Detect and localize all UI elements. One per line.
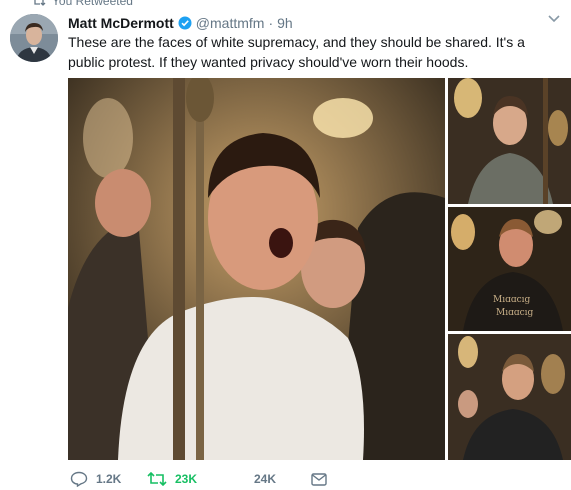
media-photo-bottom-right[interactable] xyxy=(448,334,571,460)
tweet-timestamp[interactable]: 9h xyxy=(277,15,293,31)
like-button[interactable]: 24K xyxy=(228,468,276,490)
reply-button[interactable]: 1.2K xyxy=(70,468,121,490)
svg-text:Mıɑɑcıg: Mıɑɑcıg xyxy=(493,295,531,305)
retweet-count: 23K xyxy=(175,472,198,486)
avatar[interactable] xyxy=(10,14,58,62)
chevron-down-icon xyxy=(548,15,560,23)
media-photo-main[interactable] xyxy=(68,78,445,460)
tweet-text: These are the faces of white supremacy, … xyxy=(68,34,525,70)
retweet-button[interactable]: 23K xyxy=(147,468,197,490)
media-photo-top-right[interactable] xyxy=(448,78,571,204)
direct-message-button[interactable] xyxy=(311,468,327,490)
envelope-icon xyxy=(311,472,327,486)
retweet-icon xyxy=(147,472,167,486)
tweet-menu-caret[interactable] xyxy=(547,12,561,26)
svg-text:Mıɑɑcıg: Mıɑɑcıg xyxy=(496,308,534,318)
author-handle[interactable]: @mattmfm xyxy=(196,15,265,31)
media-photo-middle-right[interactable]: Mıɑɑcıg Mıɑɑcıg xyxy=(448,207,571,331)
retweet-context-label: You Retweeted xyxy=(52,0,133,8)
author-name[interactable]: Matt McDermott xyxy=(68,15,174,31)
reply-icon xyxy=(70,471,88,487)
tweet-actions: 1.2K 23K 24K xyxy=(68,468,368,490)
retweet-context: You Retweeted xyxy=(32,0,133,8)
like-count: 24K xyxy=(254,472,277,486)
header-separator: · xyxy=(268,15,274,31)
tweet-header: Matt McDermott @mattmfm · 9h xyxy=(68,13,293,33)
retweet-icon xyxy=(34,0,46,6)
tweet-media-grid: Mıɑɑcıg Mıɑɑcıg xyxy=(68,78,571,460)
reply-count: 1.2K xyxy=(96,472,122,486)
heart-icon xyxy=(228,471,246,487)
avatar-image xyxy=(10,14,58,62)
verified-badge-icon xyxy=(178,16,192,30)
